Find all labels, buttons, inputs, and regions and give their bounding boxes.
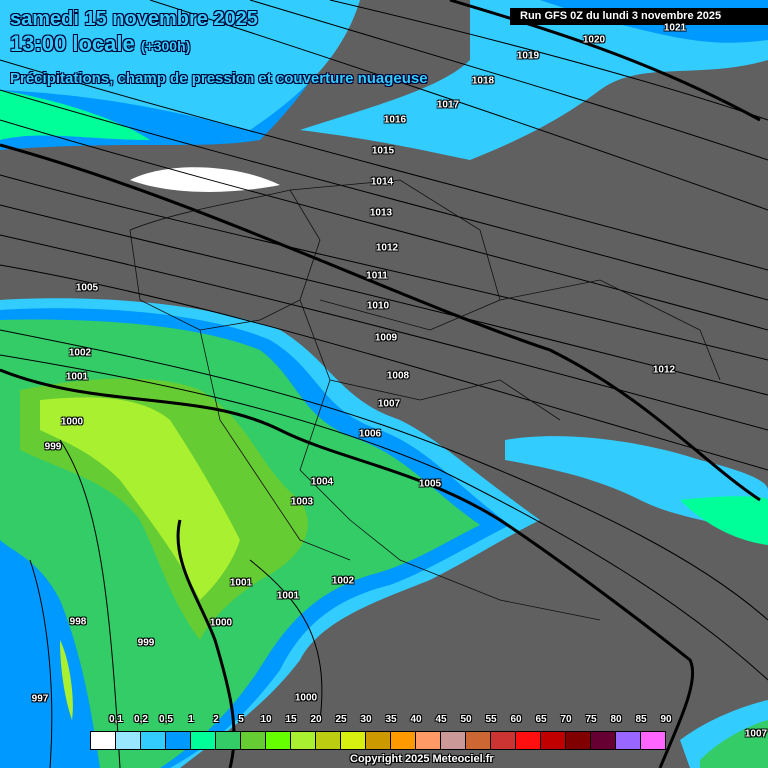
isobar-label: 997 — [31, 693, 49, 705]
isobar-label: 1001 — [276, 590, 300, 602]
legend-tick-label: 50 — [460, 714, 472, 725]
legend-tick-label: 35 — [385, 714, 397, 725]
legend-color-box — [566, 732, 591, 749]
legend-tick-label: 15 — [285, 714, 297, 725]
forecast-time: 13:00 locale (+300h) — [10, 31, 190, 57]
legend-tick-label: 65 — [535, 714, 547, 725]
isobar-label: 1007 — [744, 728, 768, 740]
copyright: Copyright 2025 Meteociel.fr — [350, 753, 494, 765]
legend-tick-label: 20 — [310, 714, 322, 725]
isobar-label: 1010 — [366, 300, 390, 312]
isobar-label: 1012 — [375, 242, 399, 254]
isobar-label: 1000 — [294, 692, 318, 704]
isobar-label: 1000 — [60, 416, 84, 428]
isobar-label: 1002 — [331, 575, 355, 587]
legend-tick-label: 30 — [360, 714, 372, 725]
isobar-label: 1003 — [290, 496, 314, 508]
isobar-label: 1013 — [369, 207, 393, 219]
legend-color-box — [441, 732, 466, 749]
legend-color-box — [241, 732, 266, 749]
isobar-label: 1020 — [582, 34, 606, 46]
isobar-label: 1012 — [652, 364, 676, 376]
isobar-label: 1000 — [209, 617, 233, 629]
legend-tick-label: 1 — [188, 714, 194, 725]
isobar-label: 1009 — [374, 332, 398, 344]
legend-tick-label: 25 — [335, 714, 347, 725]
legend-tick-label: 55 — [485, 714, 497, 725]
legend-tick-label: 90 — [660, 714, 672, 725]
isobar-label: 1005 — [418, 478, 442, 490]
isobar-label: 999 — [137, 637, 155, 649]
legend-tick-label: 2 — [213, 714, 219, 725]
isobar-label: 1015 — [371, 145, 395, 157]
legend-tick-label: 0,2 — [134, 714, 148, 725]
legend-tick-label: 80 — [610, 714, 622, 725]
legend-color-box — [316, 732, 341, 749]
isobar-label: 1008 — [386, 370, 410, 382]
legend-color-box — [191, 732, 216, 749]
isobar-label: 1002 — [68, 347, 92, 359]
legend-color-box — [391, 732, 416, 749]
forecast-date: samedi 15 novembre 2025 — [10, 8, 258, 30]
legend-tick-label: 5 — [238, 714, 244, 725]
isobar-label: 1018 — [471, 75, 495, 87]
lead-time: (+300h) — [140, 38, 191, 54]
legend-tick-label: 45 — [435, 714, 447, 725]
legend-tick-label: 0,1 — [109, 714, 123, 725]
legend-tick-label: 10 — [260, 714, 272, 725]
isobar-label: 1006 — [358, 428, 382, 440]
legend-tick-label: 60 — [510, 714, 522, 725]
legend-color-box — [541, 732, 566, 749]
legend-color-box — [291, 732, 316, 749]
legend-color-box — [591, 732, 616, 749]
isobar-label: 1004 — [310, 476, 334, 488]
isobar-label: 998 — [69, 616, 87, 628]
legend-tick-label: 0,5 — [159, 714, 173, 725]
isobar-label: 1017 — [436, 99, 460, 111]
isobar-label: 1011 — [366, 270, 388, 282]
legend-color-box — [466, 732, 491, 749]
legend-color-box — [516, 732, 541, 749]
legend-tick-label: 70 — [560, 714, 572, 725]
legend-color-box — [416, 732, 441, 749]
legend-color-box — [616, 732, 641, 749]
legend-color-box — [216, 732, 241, 749]
legend-tick-label: 85 — [635, 714, 647, 725]
legend-color-box — [341, 732, 366, 749]
legend-tick-label: 75 — [585, 714, 597, 725]
legend-color-box — [116, 732, 141, 749]
isobar-label: 1019 — [516, 50, 540, 62]
isobar-label: 1014 — [370, 176, 394, 188]
local-time: 13:00 locale — [10, 31, 135, 56]
legend-color-box — [91, 732, 116, 749]
weather-map: samedi 15 novembre 2025 13:00 locale (+3… — [0, 0, 768, 768]
isobar-label: 999 — [44, 441, 62, 453]
isobar-label: 1016 — [383, 114, 407, 126]
isobar-label: 1005 — [75, 282, 99, 294]
precipitation-legend — [90, 731, 666, 750]
isobar-label: 1021 — [663, 22, 687, 34]
legend-color-box — [366, 732, 391, 749]
isobar-label: 1007 — [377, 398, 401, 410]
legend-color-box — [141, 732, 166, 749]
legend-tick-label: 40 — [410, 714, 422, 725]
legend-color-box — [166, 732, 191, 749]
legend-color-box — [266, 732, 291, 749]
isobar-label: 1001 — [65, 371, 89, 383]
isobar-label: 1001 — [229, 577, 253, 589]
legend-color-box — [641, 732, 665, 749]
model-run-label: Run GFS 0Z du lundi 3 novembre 2025 — [510, 8, 768, 25]
legend-color-box — [491, 732, 516, 749]
map-subtitle: Précipitations, champ de pression et cou… — [10, 70, 428, 87]
